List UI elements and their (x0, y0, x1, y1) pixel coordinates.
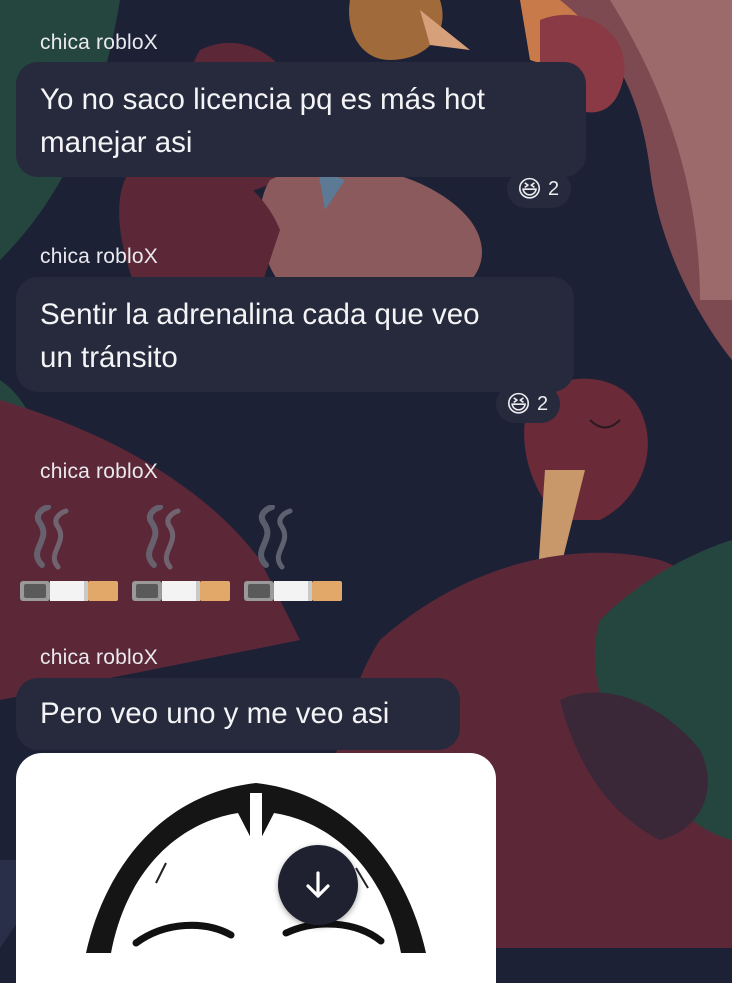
arrow-down-icon (306, 871, 330, 898)
message-text: un tránsito (40, 341, 178, 374)
message-text: manejar asi (40, 126, 193, 159)
face-sketch-image (86, 783, 426, 953)
cigarette-icon (244, 581, 342, 601)
sender-name: chica robloX (40, 31, 158, 54)
smoke-icon (258, 505, 293, 570)
message-bubble[interactable]: Yo no saco licencia pq es más hot maneja… (16, 62, 586, 177)
reaction-count: 2 (537, 392, 549, 415)
cigarette-icon (132, 581, 230, 601)
photo-attachment[interactable] (16, 753, 496, 983)
sender-name: chica robloX (40, 245, 158, 268)
laughing-emoji-icon: 😆 (506, 390, 532, 418)
reaction-count: 2 (548, 177, 560, 200)
cigarette-sticker[interactable] (16, 505, 356, 605)
reaction-chip[interactable]: 😆 2 (507, 170, 572, 208)
cigarette-icon (20, 581, 118, 601)
scroll-to-bottom-button[interactable] (278, 845, 358, 925)
sender-name: chica robloX (40, 646, 158, 669)
smoke-icon (34, 505, 69, 570)
reaction-chip[interactable]: 😆 2 (496, 385, 561, 423)
sender-name: chica robloX (40, 460, 158, 483)
message-text: Pero veo uno y me veo asi (40, 697, 390, 730)
message-bubble[interactable]: Sentir la adrenalina cada que veo un trá… (16, 277, 574, 392)
message-text: Yo no saco licencia pq es más hot (40, 83, 485, 116)
message-text: Sentir la adrenalina cada que veo (40, 298, 480, 331)
message-bubble[interactable]: Pero veo uno y me veo asi (16, 678, 460, 750)
smoke-icon (146, 505, 181, 570)
laughing-emoji-icon: 😆 (517, 175, 543, 203)
